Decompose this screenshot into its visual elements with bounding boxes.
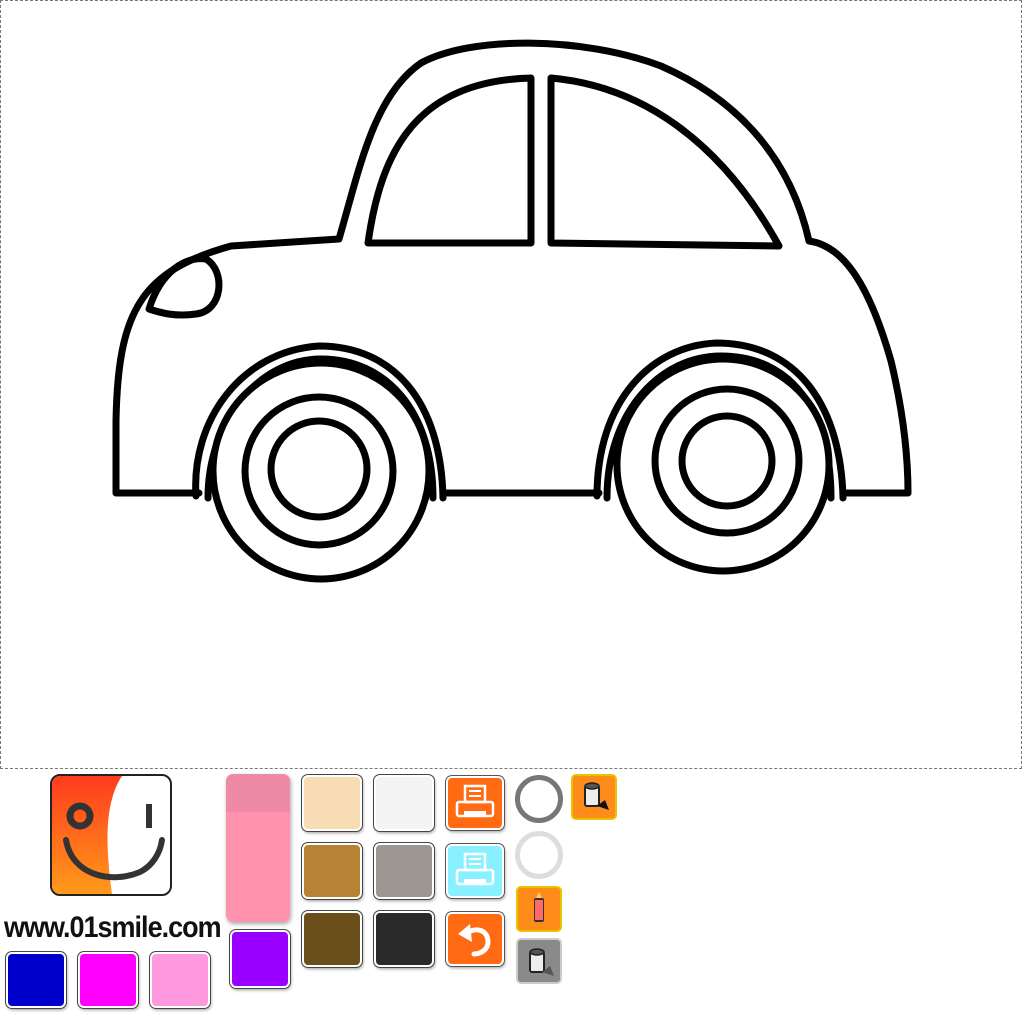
bucket-fill-tool[interactable] (571, 774, 617, 820)
eraser-band (226, 774, 290, 812)
color-swatch-black[interactable] (374, 911, 434, 967)
paint-bucket-icon (584, 782, 609, 810)
eraser-body (226, 812, 290, 922)
paint-bucket-gray-icon (529, 948, 554, 976)
color-swatch-tan[interactable] (302, 843, 362, 899)
site-url-text[interactable]: www.01smile.com (4, 910, 224, 944)
print-button[interactable] (446, 776, 504, 830)
printer-light-icon (455, 852, 495, 886)
color-swatch-pink[interactable] (150, 952, 210, 1008)
color-swatch-blue[interactable] (6, 952, 66, 1008)
color-swatch-white[interactable] (374, 775, 434, 831)
undo-button[interactable] (446, 912, 504, 966)
pencil-tool[interactable] (516, 886, 562, 932)
brush-size-large[interactable] (515, 775, 563, 823)
color-swatch-peach[interactable] (302, 775, 362, 831)
color-swatch-purple[interactable] (230, 930, 290, 988)
drawing-canvas[interactable] (0, 0, 1022, 769)
site-logo[interactable] (50, 774, 172, 896)
print-drawing-button[interactable] (446, 844, 504, 898)
bucket-tool-gray[interactable] (516, 938, 562, 984)
color-swatch-brown[interactable] (302, 911, 362, 967)
smiley-logo-icon (52, 776, 165, 894)
printer-icon (455, 784, 495, 818)
eraser-tool[interactable] (226, 774, 290, 922)
undo-arrow-icon (458, 924, 491, 957)
pencil-icon (534, 892, 544, 922)
color-swatch-gray[interactable] (374, 843, 434, 899)
brush-size-medium[interactable] (515, 831, 563, 879)
car-outline-drawing (112, 39, 912, 583)
color-swatch-magenta[interactable] (78, 952, 138, 1008)
